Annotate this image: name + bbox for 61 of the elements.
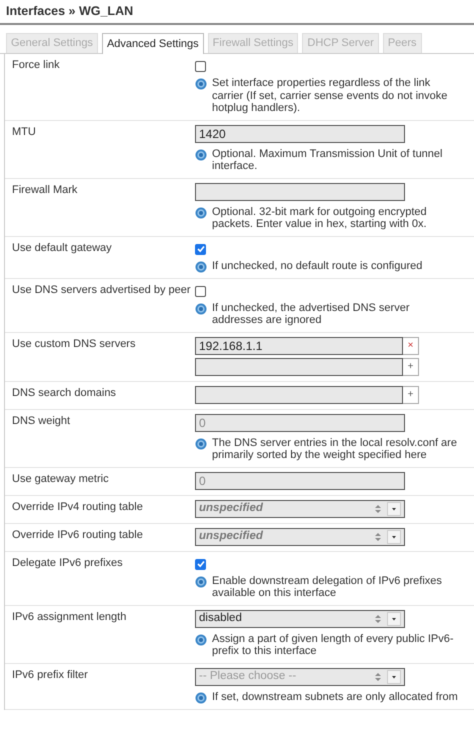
select-field[interactable]: disabled: [195, 610, 405, 628]
help-text: Assign a part of given length of every public IPv6-prefix to this interface: [212, 632, 455, 658]
help-icon: [195, 206, 207, 218]
text-field[interactable]: 0: [195, 414, 405, 432]
dropdown-caret-icon: [387, 530, 401, 544]
text-field[interactable]: 0: [195, 472, 405, 490]
checkbox[interactable]: [195, 558, 206, 570]
help-icon: [195, 576, 207, 588]
field-label: Firewall Mark: [12, 182, 78, 198]
field-label: Use custom DNS servers: [12, 336, 136, 352]
text-field[interactable]: [195, 386, 403, 404]
tab[interactable]: Advanced Settings: [102, 33, 204, 54]
help-text: Optional. Maximum Transmission Unit of tunnel interface.: [212, 148, 444, 172]
dropdown-caret-icon: [387, 612, 401, 626]
help-text: The DNS server entries in the local resolv.conf are primarily sorted by the weight specified here: [212, 436, 458, 462]
text-field[interactable]: 192.168.1.1: [195, 336, 403, 354]
checkbox[interactable]: [195, 286, 206, 296]
help-icon: [195, 260, 207, 272]
text-field[interactable]: [195, 182, 405, 200]
field-label: Force link: [12, 58, 61, 73]
field-label: Use default gateway: [12, 240, 113, 256]
help-text: Enable downstream delegation of IPv6 prefixes available on this interface: [212, 574, 443, 600]
select-field[interactable]: unspecified: [195, 500, 405, 518]
field-label: MTU: [12, 124, 37, 140]
spinner-icon: [375, 614, 381, 624]
field-label: DNS weight: [12, 414, 72, 428]
select-field[interactable]: unspecified: [195, 528, 405, 546]
field-label: Use gateway metric: [12, 472, 110, 486]
help-text: Set interface properties regardless of the link carrier (If set, carrier sense events do not invoke hotplug handlers).: [212, 77, 448, 114]
field-label: Override IPv4 routing table: [12, 500, 144, 514]
remove-button[interactable]: ×: [403, 336, 419, 354]
field-label: Delegate IPv6 prefixes: [12, 556, 124, 570]
help-icon: [195, 634, 207, 646]
help-text: Optional. 32-bit mark for outgoing encrypted packets. Enter value in hex, starting with 0x.: [212, 206, 428, 230]
field-label: IPv6 assignment length: [12, 610, 128, 624]
text-field[interactable]: 1420: [195, 124, 405, 142]
help-icon: [195, 78, 207, 90]
spinner-icon: [375, 504, 381, 514]
help-icon: [195, 148, 207, 160]
field-label: Use DNS servers advertised by peer: [12, 282, 192, 298]
page-title: Interfaces » WG_LAN: [6, 4, 134, 19]
help-icon: [195, 438, 207, 450]
add-button[interactable]: +: [403, 358, 419, 376]
field-label: DNS search domains: [12, 386, 117, 400]
dropdown-caret-icon: [387, 502, 401, 516]
text-field[interactable]: [195, 358, 403, 376]
checkmark-icon: [196, 560, 204, 568]
help-text: If set, downstream subnets are only allocated from: [212, 690, 458, 704]
add-button[interactable]: +: [403, 386, 419, 404]
checkmark-icon: [196, 245, 204, 253]
field-label: IPv6 prefix filter: [12, 668, 89, 682]
dropdown-caret-icon: [387, 670, 401, 684]
checkbox[interactable]: [195, 244, 206, 254]
field-label: Override IPv6 routing table: [12, 528, 144, 542]
checkbox[interactable]: [195, 61, 206, 72]
help-icon: [195, 302, 207, 314]
help-icon: [195, 692, 207, 704]
help-text: If unchecked, the advertised DNS server addresses are ignored: [212, 302, 410, 326]
spinner-icon: [375, 532, 381, 542]
spinner-icon: [375, 672, 381, 682]
help-text: If unchecked, no default route is configured: [212, 260, 422, 272]
